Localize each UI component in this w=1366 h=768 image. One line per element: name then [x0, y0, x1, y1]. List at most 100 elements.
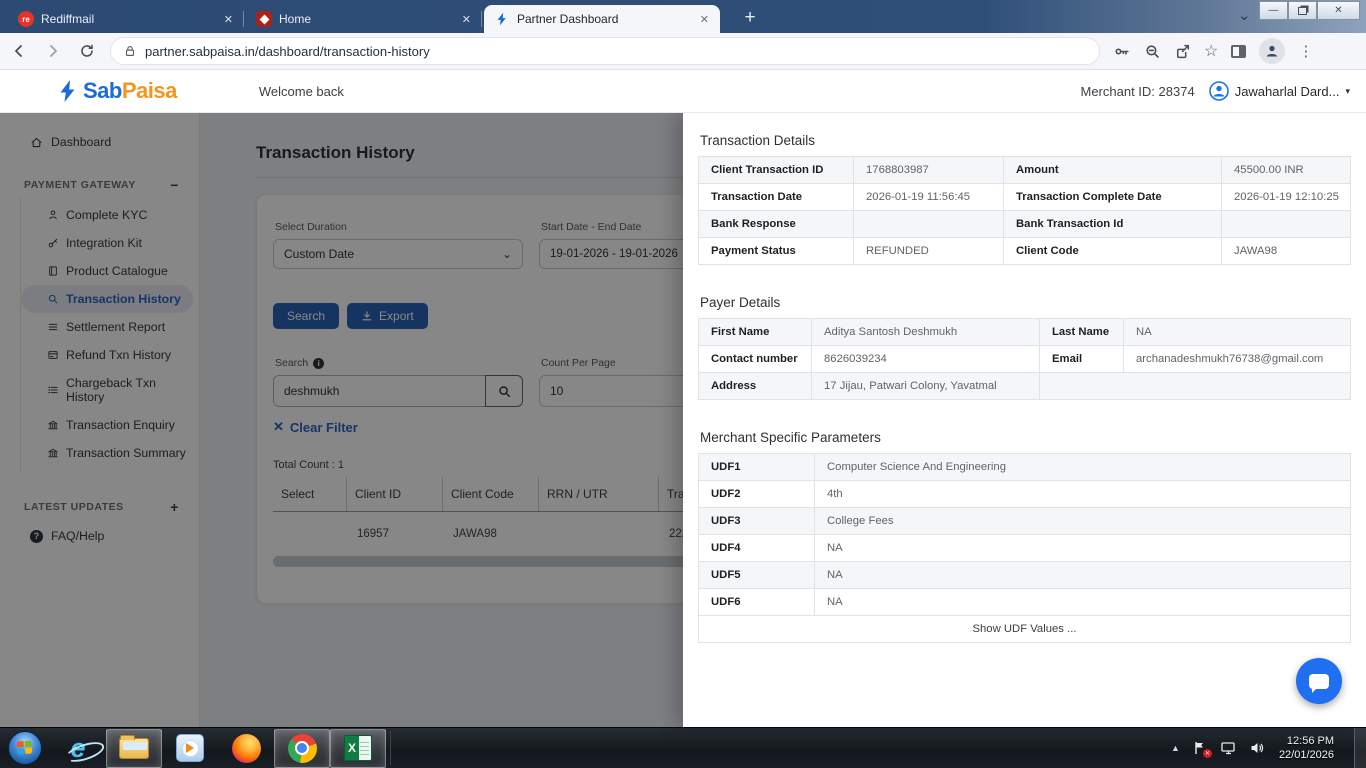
merchant-params-title: Merchant Specific Parameters — [700, 430, 1351, 445]
side-panel-icon[interactable] — [1231, 45, 1246, 58]
sabpaisa-bolt-icon — [56, 79, 80, 103]
tray-expand-icon[interactable]: ▲ — [1171, 743, 1180, 753]
network-icon[interactable] — [1220, 740, 1237, 756]
browser-tab-strip: re Rediffmail ✕ Home ✕ Partner Dashboard… — [0, 0, 1366, 33]
back-icon[interactable] — [4, 37, 34, 65]
transaction-details-title: Transaction Details — [700, 133, 1351, 148]
zoom-out-icon[interactable] — [1144, 43, 1161, 60]
taskbar-file-explorer[interactable] — [106, 729, 162, 768]
screen: re Rediffmail ✕ Home ✕ Partner Dashboard… — [0, 0, 1366, 768]
tab-rediffmail[interactable]: re Rediffmail ✕ — [8, 5, 244, 33]
table-row: First Name Aditya Santosh Deshmukh Last … — [699, 319, 1351, 346]
udf-value: Computer Science And Engineering — [815, 454, 1351, 481]
start-button[interactable] — [0, 729, 50, 768]
table-row: Client Transaction ID 1768803987 Amount … — [699, 157, 1351, 184]
field-label: First Name — [699, 319, 812, 346]
merchant-params-table: UDF1 Computer Science And Engineering UD… — [698, 453, 1351, 643]
user-menu[interactable]: Jawaharlal Dard... ▾ — [1209, 81, 1350, 101]
sabpaisa-icon — [494, 11, 510, 27]
internet-explorer-icon: e — [70, 735, 85, 762]
udf-label: UDF6 — [699, 589, 815, 616]
payer-details-title: Payer Details — [700, 295, 1351, 310]
udf-value: 4th — [815, 481, 1351, 508]
address-bar[interactable]: partner.sabpaisa.in/dashboard/transactio… — [110, 37, 1100, 65]
udf-value: College Fees — [815, 508, 1351, 535]
field-value: 1768803987 — [854, 157, 1004, 184]
clock-time: 12:56 PM — [1279, 734, 1334, 748]
sabpaisa-logo[interactable]: SabPaisa — [56, 78, 177, 104]
field-label: Bank Response — [699, 211, 854, 238]
field-value — [1222, 211, 1351, 238]
table-row: UDF4 NA — [699, 535, 1351, 562]
tab-close-icon[interactable]: ✕ — [221, 13, 236, 26]
share-icon[interactable] — [1174, 43, 1191, 60]
field-value: 45500.00 INR — [1222, 157, 1351, 184]
show-desktop-button[interactable] — [1354, 728, 1366, 768]
window-close-button[interactable]: ✕ — [1317, 1, 1360, 20]
bookmark-star-icon[interactable]: ☆ — [1204, 41, 1218, 61]
field-label: Client Code — [1004, 238, 1222, 265]
tab-separator — [243, 11, 244, 27]
tab-close-icon[interactable]: ✕ — [459, 13, 474, 26]
password-key-icon[interactable] — [1114, 43, 1131, 60]
transaction-details-table: Client Transaction ID 1768803987 Amount … — [698, 156, 1351, 265]
table-row: UDF1 Computer Science And Engineering — [699, 454, 1351, 481]
windows-start-icon — [8, 731, 42, 765]
table-row: Bank Response Bank Transaction Id — [699, 211, 1351, 238]
tab-search-chevron-icon[interactable]: ⌄ — [1238, 6, 1251, 24]
show-udf-values-link[interactable]: Show UDF Values ... — [699, 616, 1351, 643]
volume-icon[interactable] — [1249, 740, 1265, 756]
error-badge-icon: ✕ — [1203, 749, 1212, 758]
field-value: archanadeshmukh76738@gmail.com — [1124, 346, 1351, 373]
chat-fab-button[interactable] — [1296, 658, 1342, 704]
tab-partner-dashboard[interactable]: Partner Dashboard ✕ — [484, 5, 720, 33]
merchant-id: Merchant ID: 28374 — [1081, 84, 1195, 99]
app-header: SabPaisa Welcome back Merchant ID: 28374… — [0, 70, 1366, 113]
transaction-details-drawer: Transaction Details Client Transaction I… — [683, 113, 1366, 727]
payer-details-table: First Name Aditya Santosh Deshmukh Last … — [698, 318, 1351, 400]
person-icon — [1264, 43, 1280, 59]
profile-avatar[interactable] — [1259, 38, 1285, 64]
taskbar-media-player[interactable] — [162, 729, 218, 768]
field-value: 2026-01-19 12:10:25 — [1222, 184, 1351, 211]
excel-icon: X — [344, 735, 372, 761]
reload-icon[interactable] — [72, 37, 102, 65]
field-value: 17 Jijau, Patwari Colony, Yavatmal — [812, 373, 1040, 400]
taskbar-internet-explorer[interactable]: e — [50, 729, 106, 768]
table-row: UDF6 NA — [699, 589, 1351, 616]
browser-toolbar: partner.sabpaisa.in/dashboard/transactio… — [0, 33, 1366, 70]
windows-taskbar: e X ▲ ✕ — [0, 727, 1366, 768]
field-value — [854, 211, 1004, 238]
forward-icon[interactable] — [38, 37, 68, 65]
taskbar-firefox[interactable] — [218, 729, 274, 768]
field-value: NA — [1124, 319, 1351, 346]
home-site-icon — [256, 11, 272, 27]
field-label: Payment Status — [699, 238, 854, 265]
browser-menu-icon[interactable]: ⋮ — [1298, 42, 1313, 60]
taskbar-clock[interactable]: 12:56 PM 22/01/2026 — [1279, 734, 1334, 763]
table-row: Address 17 Jijau, Patwari Colony, Yavatm… — [699, 373, 1351, 400]
taskbar-excel[interactable]: X — [330, 729, 386, 768]
udf-value: NA — [815, 562, 1351, 589]
field-value: REFUNDED — [854, 238, 1004, 265]
lock-icon — [123, 44, 137, 58]
field-value: Aditya Santosh Deshmukh — [812, 319, 1040, 346]
page-body: Dashboard PAYMENT GATEWAY − Complete KYC — [0, 113, 1366, 727]
tab-close-icon[interactable]: ✕ — [697, 13, 712, 26]
window-minimize-button[interactable]: — — [1259, 1, 1288, 20]
tab-title: Rediffmail — [41, 12, 214, 26]
taskbar-chrome[interactable] — [274, 729, 330, 768]
url-text: partner.sabpaisa.in/dashboard/transactio… — [145, 44, 430, 59]
table-row: Payment Status REFUNDED Client Code JAWA… — [699, 238, 1351, 265]
field-value: JAWA98 — [1222, 238, 1351, 265]
field-label: Client Transaction ID — [699, 157, 854, 184]
user-avatar-icon — [1209, 81, 1229, 101]
udf-label: UDF4 — [699, 535, 815, 562]
field-label: Amount — [1004, 157, 1222, 184]
window-restore-button[interactable] — [1288, 1, 1317, 20]
firefox-icon — [232, 734, 261, 763]
action-center-flag-icon[interactable]: ✕ — [1192, 740, 1208, 756]
table-row: UDF5 NA — [699, 562, 1351, 589]
tab-home[interactable]: Home ✕ — [246, 5, 482, 33]
new-tab-button[interactable]: + — [737, 6, 763, 30]
